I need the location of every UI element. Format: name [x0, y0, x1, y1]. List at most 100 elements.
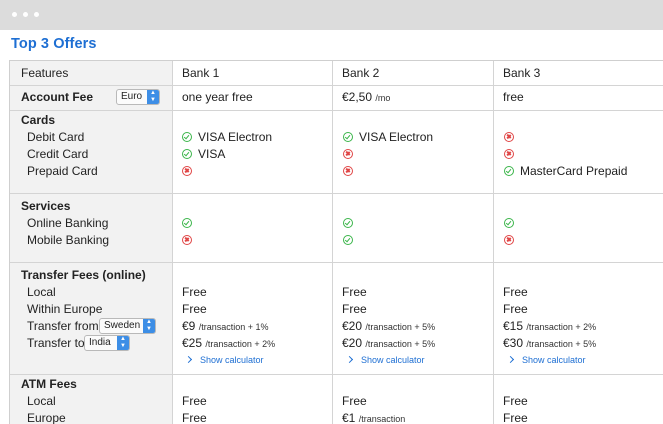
check-circle-icon — [182, 132, 192, 142]
chevron-right-icon — [345, 355, 354, 364]
bank2-transfer-from-amount: €20 — [342, 319, 363, 333]
window-titlebar — [0, 0, 663, 30]
transfer-europe-label: Within Europe — [27, 302, 103, 316]
bank1-transfer-to-amount: €25 — [182, 336, 203, 350]
bank3-atm-europe: Free — [503, 411, 528, 424]
bank2-transfer-to-detail: /transaction + 5% — [365, 339, 436, 349]
bank2-debit-card: VISA Electron — [359, 130, 434, 144]
check-circle-icon — [343, 235, 353, 245]
transfer-from-label: Transfer from — [27, 319, 99, 333]
select-arrows-icon: ▲ ▼ — [147, 90, 159, 104]
row-divider — [10, 110, 663, 111]
bank1-transfer-local: Free — [182, 285, 207, 299]
bank1-transfer-europe: Free — [182, 302, 207, 316]
check-circle-icon — [182, 149, 192, 159]
cross-circle-icon — [343, 166, 353, 176]
transfer-to-select[interactable]: India ▲ ▼ — [84, 335, 130, 351]
services-heading: Services — [21, 199, 71, 213]
select-arrows-icon: ▲ ▼ — [117, 336, 129, 350]
check-circle-icon — [504, 166, 514, 176]
transfer-to-label: Transfer to — [27, 336, 85, 350]
cross-circle-icon — [504, 132, 514, 142]
bank3-transfer-from-amount: €15 — [503, 319, 524, 333]
cross-circle-icon — [343, 149, 353, 159]
bank2-atm-local: Free — [342, 394, 367, 408]
check-circle-icon — [504, 218, 514, 228]
bank1-transfer-to-detail: /transaction + 2% — [205, 339, 276, 349]
bank2-transfer-to: €20 /transaction + 5% — [342, 335, 435, 352]
bank1-transfer-from-detail: /transaction + 1% — [198, 322, 269, 332]
transfer-from-select-value: Sweden — [104, 320, 141, 331]
transfer-fees-heading: Transfer Fees (online) — [21, 268, 146, 282]
cross-circle-icon — [504, 235, 514, 245]
check-circle-icon — [182, 218, 192, 228]
bank2-transfer-local: Free — [342, 285, 367, 299]
bank3-prepaid-card: MasterCard Prepaid — [520, 164, 628, 178]
bank3-show-calculator-link[interactable]: Show calculator — [506, 354, 586, 366]
transfer-to-select-value: India — [89, 337, 111, 348]
bank2-atm-europe-unit: /transaction — [358, 414, 406, 424]
row-divider — [10, 85, 663, 86]
bank1-atm-europe: Free — [182, 411, 207, 424]
credit-card-label: Credit Card — [27, 147, 89, 161]
header-features: Features — [21, 66, 69, 80]
row-divider — [10, 374, 663, 375]
check-circle-icon — [343, 132, 353, 142]
row-divider — [10, 262, 663, 263]
bank3-transfer-europe: Free — [503, 302, 528, 316]
bank2-transfer-europe: Free — [342, 302, 367, 316]
bank3-transfer-to-detail: /transaction + 5% — [526, 339, 597, 349]
bank2-transfer-from-detail: /transaction + 5% — [365, 322, 436, 332]
debit-card-label: Debit Card — [27, 130, 85, 144]
column-divider — [493, 61, 494, 424]
bank2-transfer-to-amount: €20 — [342, 336, 363, 350]
currency-select-value: Euro — [121, 91, 143, 102]
bank1-show-calculator-link[interactable]: Show calculator — [184, 354, 264, 366]
show-calculator-label: Show calculator — [200, 355, 264, 365]
bank2-show-calculator-link[interactable]: Show calculator — [345, 354, 425, 366]
bank1-credit-card: VISA — [198, 147, 226, 161]
transfer-from-select[interactable]: Sweden ▲ ▼ — [99, 318, 156, 334]
chevron-right-icon — [506, 355, 515, 364]
currency-select[interactable]: Euro ▲ ▼ — [116, 89, 160, 105]
bank3-transfer-from: €15 /transaction + 2% — [503, 318, 596, 335]
bank3-transfer-to: €30 /transaction + 5% — [503, 335, 596, 352]
bank3-atm-local: Free — [503, 394, 528, 408]
select-arrows-icon: ▲ ▼ — [143, 319, 155, 333]
cross-circle-icon — [182, 166, 192, 176]
transfer-local-label: Local — [27, 285, 56, 299]
window-dot-icon — [34, 12, 39, 17]
account-fee-label: Account Fee — [21, 90, 94, 104]
header-bank2: Bank 2 — [342, 66, 380, 80]
check-circle-icon — [343, 218, 353, 228]
atm-local-label: Local — [27, 394, 56, 408]
cross-circle-icon — [504, 149, 514, 159]
mobile-banking-label: Mobile Banking — [27, 233, 110, 247]
bank1-atm-local: Free — [182, 394, 207, 408]
header-bank3: Bank 3 — [503, 66, 541, 80]
page-title: Top 3 Offers — [11, 36, 97, 52]
show-calculator-label: Show calculator — [522, 355, 586, 365]
column-divider — [332, 61, 333, 424]
bank1-debit-card: VISA Electron — [198, 130, 273, 144]
comparison-table: Features Bank 1 Bank 2 Bank 3 Account Fe… — [9, 60, 663, 424]
bank2-transfer-from: €20 /transaction + 5% — [342, 318, 435, 335]
cross-circle-icon — [182, 235, 192, 245]
prepaid-card-label: Prepaid Card — [27, 164, 98, 178]
atm-fees-heading: ATM Fees — [21, 377, 77, 391]
bank3-transfer-local: Free — [503, 285, 528, 299]
atm-europe-label: Europe — [27, 411, 66, 424]
row-divider — [10, 193, 663, 194]
show-calculator-label: Show calculator — [361, 355, 425, 365]
bank3-transfer-from-detail: /transaction + 2% — [526, 322, 597, 332]
bank3-transfer-to-amount: €30 — [503, 336, 524, 350]
bank2-atm-europe-amount: €1 — [342, 411, 356, 424]
cards-heading: Cards — [21, 113, 56, 127]
online-banking-label: Online Banking — [27, 216, 109, 230]
window-dot-icon — [12, 12, 17, 17]
column-divider — [172, 61, 173, 424]
bank2-account-fee: €2,50 /mo — [342, 89, 390, 106]
bank1-transfer-from: €9 /transaction + 1% — [182, 318, 269, 335]
bank2-account-fee-unit: /mo — [375, 93, 391, 103]
bank2-atm-europe: €1 /transaction — [342, 410, 405, 424]
